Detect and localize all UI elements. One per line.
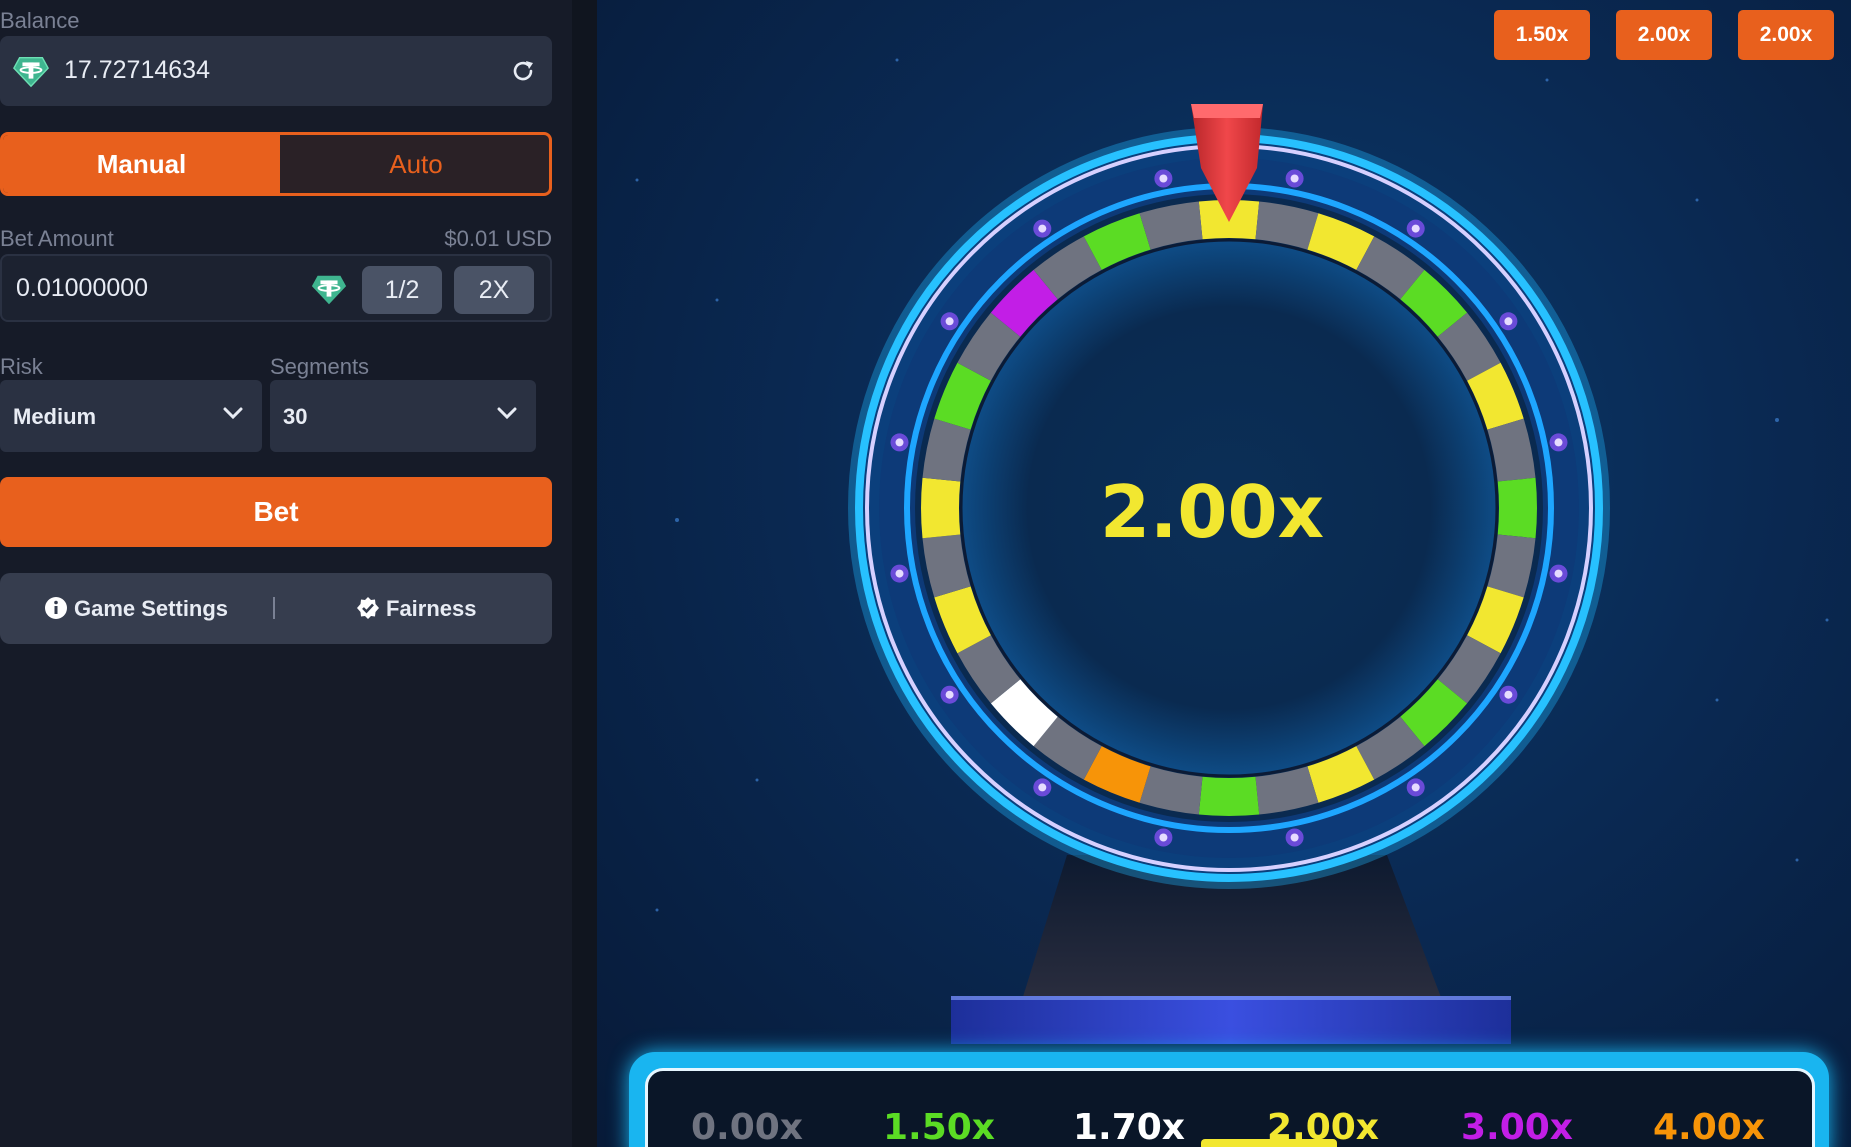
double-bet-button[interactable]: 2X xyxy=(454,266,534,314)
wheel-segment xyxy=(1198,776,1260,816)
chevron-down-icon xyxy=(223,407,243,420)
balance-label: Balance xyxy=(0,8,80,33)
segments-label: Segments xyxy=(270,354,370,379)
wheel-segment xyxy=(1497,477,1537,539)
wheel-light-core xyxy=(1290,833,1299,842)
bet-amount-label: Bet Amount xyxy=(0,226,114,251)
wheel-segment xyxy=(921,477,961,539)
bet-button[interactable]: Bet xyxy=(0,477,552,547)
segments-value: 30 xyxy=(283,404,308,429)
wheel-light-core xyxy=(1290,174,1299,183)
bet-amount-usd: $0.01 USD xyxy=(444,226,552,251)
fairness-label: Fairness xyxy=(386,596,477,621)
wheel-light-core xyxy=(1554,438,1563,447)
bet-amount-field[interactable]: 0.01000000 1/2 2X xyxy=(0,254,552,322)
wheel-base xyxy=(951,996,1511,1044)
legend-item: 1.70x xyxy=(1072,1107,1186,1147)
tab-manual[interactable]: Manual xyxy=(3,135,280,193)
wheel-light-core xyxy=(1411,224,1420,233)
tab-auto[interactable]: Auto xyxy=(280,135,549,193)
legend-item: 4.00x xyxy=(1652,1107,1766,1147)
wheel-light-core xyxy=(1504,317,1513,326)
mode-toggle: Manual Auto xyxy=(0,132,552,196)
history-chip: 2.00x xyxy=(1616,10,1712,60)
game-settings-label: Game Settings xyxy=(74,596,229,621)
wheel-light-core xyxy=(1038,224,1047,233)
bet-amount-input[interactable]: 0.01000000 xyxy=(16,274,148,303)
tether-icon xyxy=(13,56,49,88)
divider xyxy=(273,597,275,619)
wheel-light-core xyxy=(1159,174,1168,183)
legend-item: 0.00x xyxy=(690,1107,804,1147)
verified-badge-icon xyxy=(357,597,379,620)
game-settings-button[interactable]: Game Settings xyxy=(44,595,228,623)
chevron-down-icon xyxy=(497,407,517,420)
multiplier-legend: 0.00x 1.50x 1.70x 2.00x 3.00x 4.00x xyxy=(629,1052,1829,1147)
bet-control-panel: Balance 17.72714634 Manual Auto Bet Amou… xyxy=(0,0,572,1147)
history-chip: 2.00x xyxy=(1738,10,1834,60)
wheel-light-core xyxy=(1504,690,1513,699)
wheel-light-core xyxy=(1554,569,1563,578)
wheel-light-core xyxy=(895,438,904,447)
half-bet-button[interactable]: 1/2 xyxy=(362,266,442,314)
risk-label: Risk xyxy=(0,354,43,379)
wheel-game-area: 1.50x 2.00x 2.00x 2.00x 0.00x 1.50x 1.70… xyxy=(597,0,1851,1147)
wheel-light-core xyxy=(895,569,904,578)
tether-icon xyxy=(311,275,347,305)
settings-bar: Game Settings Fairness xyxy=(0,573,552,644)
wheel-light-core xyxy=(945,690,954,699)
legend-panel: 0.00x 1.50x 1.70x 2.00x 3.00x 4.00x xyxy=(645,1068,1815,1147)
info-icon xyxy=(45,597,67,620)
refresh-icon[interactable] xyxy=(508,56,538,86)
panel-divider xyxy=(572,0,597,1147)
legend-item: 1.50x xyxy=(882,1107,996,1147)
wheel-light-core xyxy=(945,317,954,326)
wheel-light-core xyxy=(1411,783,1420,792)
fairness-button[interactable]: Fairness xyxy=(356,595,477,623)
active-legend-marker xyxy=(1201,1139,1337,1147)
wheel-light-core xyxy=(1159,833,1168,842)
risk-select[interactable]: Medium xyxy=(0,380,262,452)
history-chip: 1.50x xyxy=(1494,10,1590,60)
legend-item: 3.00x xyxy=(1460,1107,1574,1147)
wheel-light-core xyxy=(1038,783,1047,792)
balance-amount: 17.72714634 xyxy=(64,56,210,84)
result-multiplier: 2.00x xyxy=(1099,470,1325,554)
risk-value: Medium xyxy=(13,404,97,429)
wheel-graphic xyxy=(635,58,1829,1044)
segments-select[interactable]: 30 xyxy=(270,380,536,452)
balance-display: 17.72714634 xyxy=(0,36,552,106)
